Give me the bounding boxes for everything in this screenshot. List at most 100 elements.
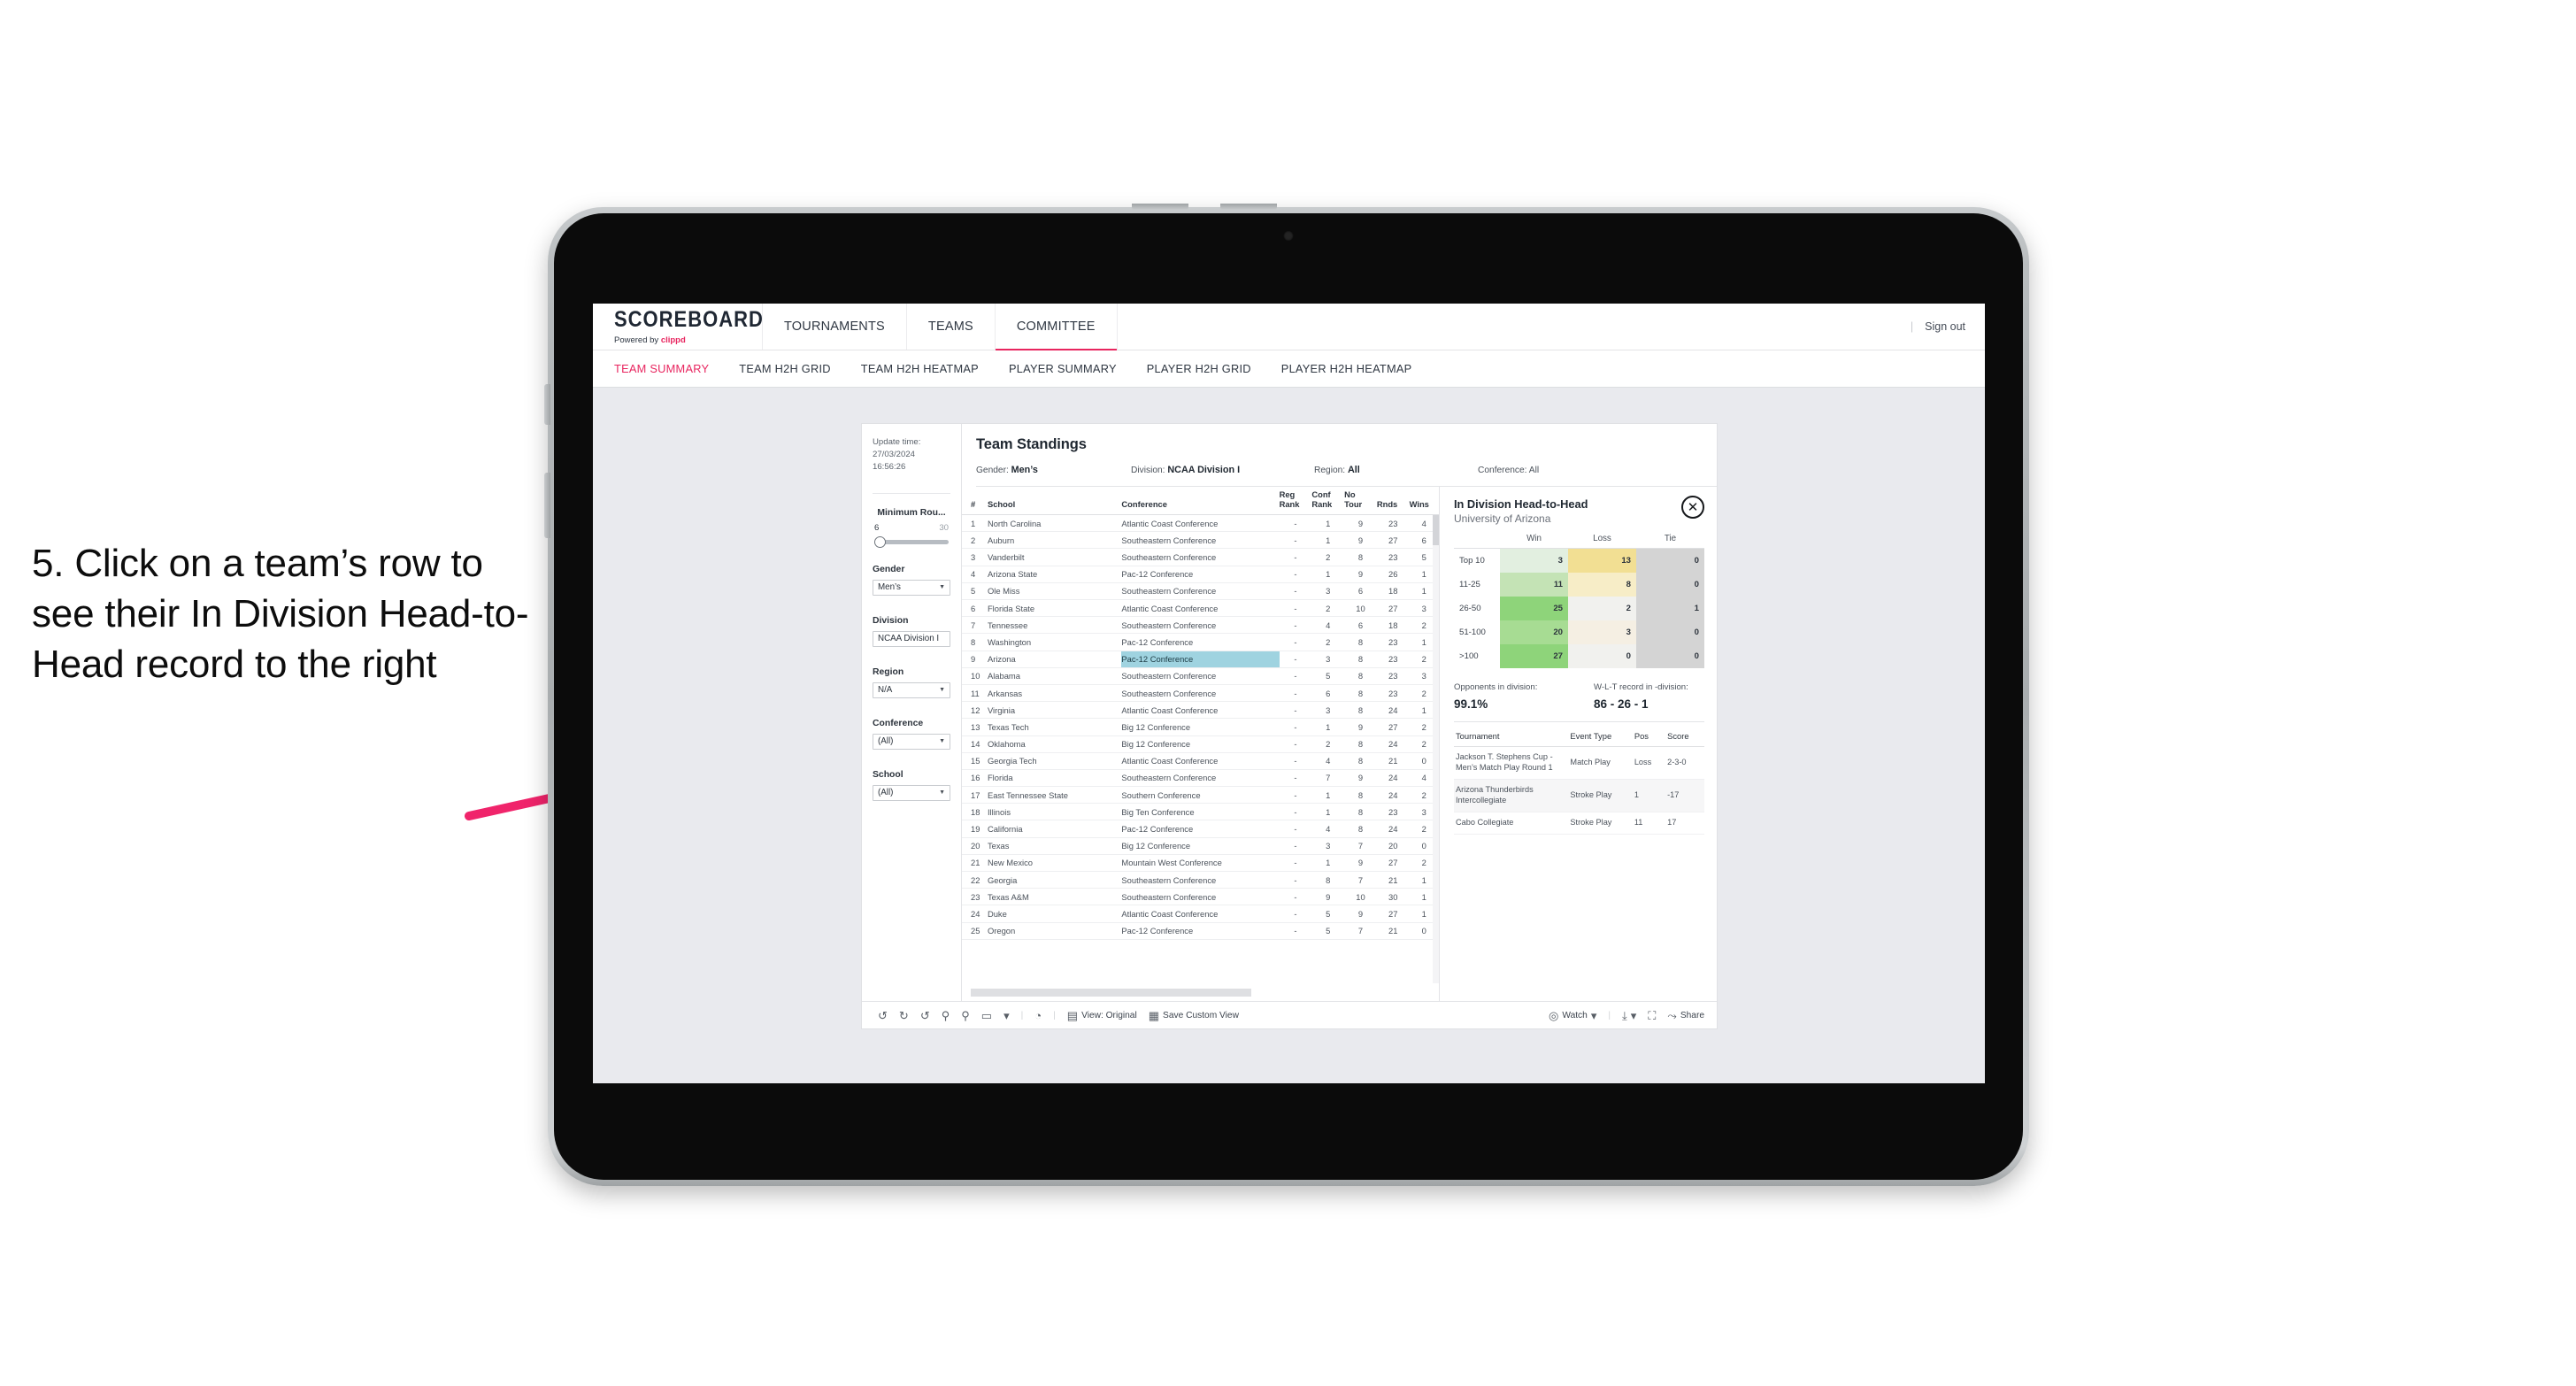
col-rnds[interactable]: Rnds [1376,487,1410,516]
summary-record-value: 86 - 26 - 1 [1594,697,1649,711]
shape-icon[interactable]: ▭ [981,1010,992,1021]
school-select[interactable]: (All) ▼ [873,784,950,801]
fullscreen-icon[interactable]: ⛶ [1648,1010,1656,1021]
table-row[interactable]: 16 Florida Southeastern Conference -7 9 24 4 [962,769,1439,788]
revert-icon[interactable]: ↺ [920,1010,930,1021]
cell-reg-rank: - [1279,566,1312,583]
cell-reg-rank: - [1279,820,1312,838]
table-row[interactable]: 15 Georgia Tech Atlantic Coast Conference -… [962,752,1439,770]
table-row[interactable]: 1 North Carolina Atlantic Coast Conference… [962,515,1439,533]
pause-icon[interactable]: ⚲ [961,1010,970,1021]
nav-tournaments[interactable]: TOURNAMENTS [763,304,907,350]
table-row[interactable]: 5 Ole Miss Southeastern Conference -3 6 18 1 [962,582,1439,601]
cell-rnds: 23 [1376,667,1410,685]
cell-no-tour: 8 [1344,651,1377,668]
table-row[interactable]: 25 Oregon Pac-12 Conference -5 7 21 0 [962,922,1439,940]
standings-vertical-scrollbar[interactable] [1433,515,1439,983]
standings-horizontal-scrollbar[interactable] [971,989,1251,997]
table-row[interactable]: 11 Arkansas Southeastern Conference -6 8 23 2 [962,684,1439,703]
cell-conf-rank: 6 [1311,684,1345,703]
table-row[interactable]: 23 Texas A&M Southeastern Conference -9 10 30… [962,888,1439,906]
tab-team-summary[interactable]: TEAM SUMMARY [614,362,709,375]
eye-icon: ◎ [1548,1008,1559,1022]
table-row[interactable]: 6 Florida State Atlantic Coast Conference -… [962,599,1439,618]
h2h-row: >100 27 0 0 [1454,644,1704,668]
region-select[interactable]: N/A ▼ [873,681,950,698]
cell-conference: Southeastern Conference [1121,616,1280,635]
update-time-label: Update time: [873,437,921,447]
tab-player-summary[interactable]: PLAYER SUMMARY [1009,362,1117,375]
tablet-top-button-2 [1220,204,1277,210]
redo-icon[interactable]: ↻ [899,1010,909,1021]
col-reg-rank[interactable]: Reg Rank [1279,487,1312,516]
table-row[interactable]: 7 Tennessee Southeastern Conference -4 6 18 2 [962,616,1439,635]
col-conf-rank[interactable]: Conf Rank [1311,487,1345,516]
share-button[interactable]: ⤳ Share [1667,1010,1704,1021]
nav-teams[interactable]: TEAMS [907,304,996,350]
gender-select[interactable]: Men’s ▼ [873,579,950,596]
bottom-toolbar: ↺ ↻ ↺ ⚲ ⚲ ▭ ▾ | ◔ | ▤ View: Original ▦ S… [862,1001,1717,1028]
h2h-col-tie: Tie [1636,534,1704,549]
filter-school: School (All) ▼ [873,770,950,801]
cell-school: Duke [987,905,1122,923]
cell-reg-rank: - [1279,888,1312,906]
table-row[interactable]: 8 Washington Pac-12 Conference -2 8 23 1 [962,633,1439,651]
table-row[interactable]: 19 California Pac-12 Conference -4 8 24 2 [962,820,1439,838]
cell-school: Arizona State [987,566,1122,583]
tab-player-h2h-grid[interactable]: PLAYER H2H GRID [1147,362,1251,375]
table-row[interactable]: 24 Duke Atlantic Coast Conference -5 9 27 1 [962,905,1439,923]
table-row[interactable]: 14 Oklahoma Big 12 Conference -2 8 24 2 [962,735,1439,753]
close-icon[interactable]: ✕ [1681,496,1704,519]
h2h-loss-cell: 8 [1568,573,1636,597]
cell-conf-rank: 7 [1311,769,1345,788]
division-select[interactable]: NCAA Division I [873,630,950,647]
scrollbar-thumb[interactable] [1433,515,1439,546]
table-row[interactable]: 20 Texas Big 12 Conference -3 7 20 0 [962,837,1439,855]
table-row[interactable]: 9 Arizona Pac-12 Conference -3 8 23 2 [962,651,1439,668]
table-row[interactable]: 4 Arizona State Pac-12 Conference -1 9 26 1 [962,566,1439,583]
conference-select[interactable]: (All) ▼ [873,733,950,750]
col-no-tour[interactable]: No Tour [1344,487,1377,516]
col-conference[interactable]: Conference [1121,487,1280,516]
clock-icon[interactable]: ◔ [1034,1010,1042,1021]
region-label: Region [873,666,904,677]
cell-no-tour: 8 [1344,786,1377,805]
conference-label: Conference [873,718,924,728]
download-button[interactable]: ⤓ ▾ [1622,1010,1636,1021]
table-row[interactable]: 2 Auburn Southeastern Conference -1 9 27 6 [962,531,1439,550]
col-wins[interactable]: Wins [1409,487,1439,516]
sign-out-link[interactable]: Sign out [1925,320,1965,333]
table-row[interactable]: 18 Illinois Big Ten Conference -1 8 23 3 [962,803,1439,821]
col-rank[interactable]: # [962,487,988,516]
cell-rnds: 24 [1376,786,1410,805]
table-row[interactable]: 22 Georgia Southeastern Conference -8 7 21 1 [962,871,1439,889]
col-school[interactable]: School [987,487,1122,516]
col-no-tour-l2: Tour [1344,498,1363,509]
cell-rnds: 30 [1376,888,1410,906]
view-original-button[interactable]: ▤ View: Original [1067,1010,1137,1021]
slider-handle[interactable] [874,535,886,548]
save-custom-view-button[interactable]: ▦ Save Custom View [1149,1010,1239,1021]
filter-conference: Conference (All) ▼ [873,719,950,750]
minimum-rounds-slider[interactable] [874,535,949,548]
undo-icon[interactable]: ↺ [878,1010,888,1021]
tab-team-h2h-grid[interactable]: TEAM H2H GRID [739,362,831,375]
cell-reg-rank: - [1279,515,1312,533]
tab-player-h2h-heatmap[interactable]: PLAYER H2H HEATMAP [1281,362,1412,375]
cell-reg-rank: - [1279,752,1312,770]
table-row[interactable]: 17 East Tennessee State Southern Conferenc… [962,786,1439,805]
table-row[interactable]: 12 Virginia Atlantic Coast Conference -3 8 24… [962,701,1439,720]
cell-school: Texas A&M [987,888,1122,906]
refresh-icon[interactable]: ⚲ [942,1010,950,1021]
cell-reg-rank: - [1279,905,1312,923]
h2h-bucket-label: >100 [1459,651,1479,661]
tab-team-h2h-heatmap[interactable]: TEAM H2H HEATMAP [861,362,979,375]
shape-caret-icon[interactable]: ▾ [1003,1010,1010,1021]
cell-conf-rank: 4 [1311,616,1345,635]
nav-committee[interactable]: COMMITTEE [995,304,1118,350]
watch-button[interactable]: ◎ Watch ▾ [1549,1010,1596,1021]
table-row[interactable]: 13 Texas Tech Big 12 Conference -1 9 27 2 [962,718,1439,736]
table-row[interactable]: 3 Vanderbilt Southeastern Conference -2 8 23 5 [962,548,1439,566]
table-row[interactable]: 10 Alabama Southeastern Conference -5 8 23 3 [962,667,1439,685]
table-row[interactable]: 21 New Mexico Mountain West Conference -1 9 2… [962,854,1439,873]
